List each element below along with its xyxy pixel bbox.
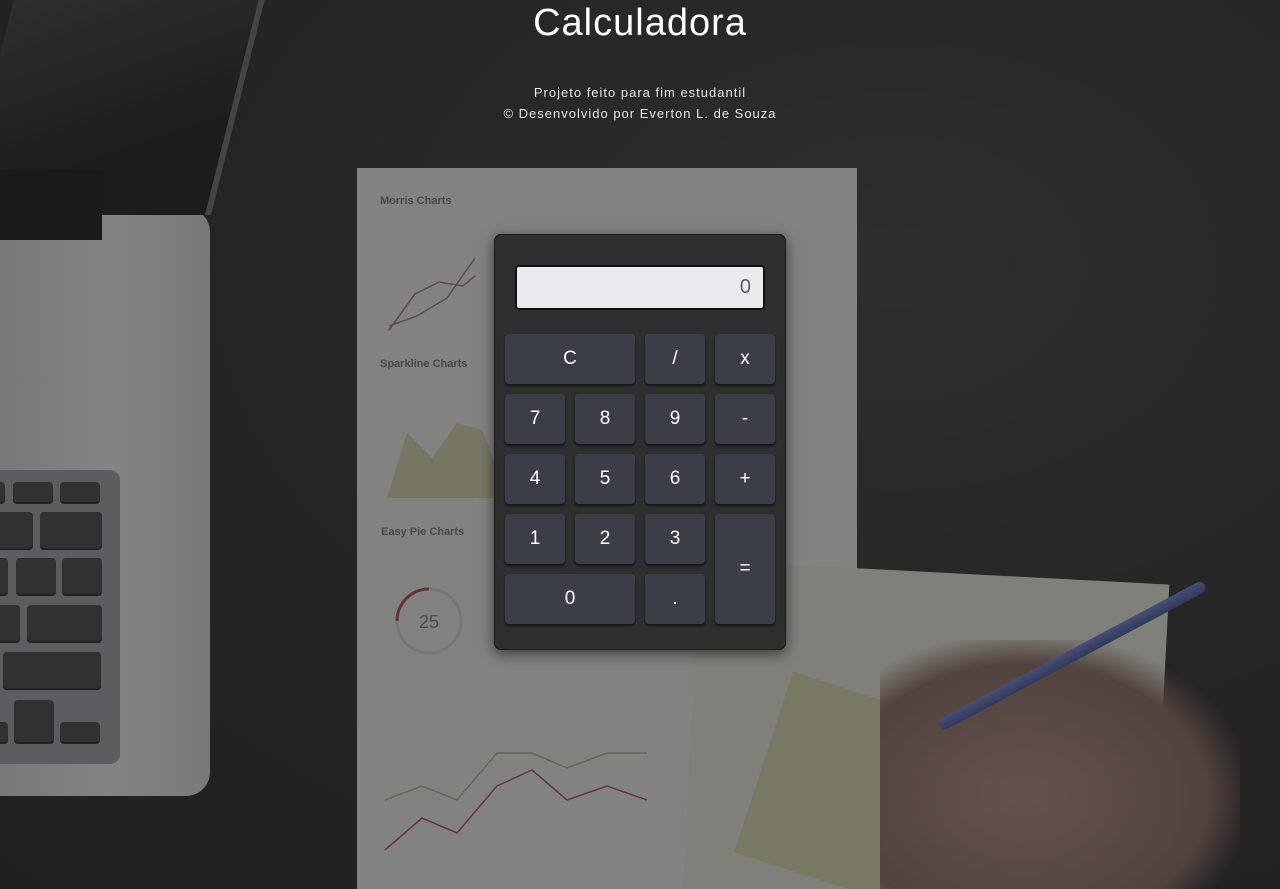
digit-4-button[interactable]: 4 [505,454,565,504]
digit-3-button[interactable]: 3 [645,514,705,564]
calculator: 0 C / x 7 8 9 - 4 5 6 + 1 2 3 = 0 . [494,234,786,650]
divide-button[interactable]: / [645,334,705,384]
page-subtitle: Projeto feito para fim estudantil © Dese… [0,82,1280,124]
digit-0-button[interactable]: 0 [505,574,635,624]
digit-1-button[interactable]: 1 [505,514,565,564]
plus-button[interactable]: + [715,454,775,504]
digit-9-button[interactable]: 9 [645,394,705,444]
digit-5-button[interactable]: 5 [575,454,635,504]
digit-6-button[interactable]: 6 [645,454,705,504]
decimal-button[interactable]: . [645,574,705,624]
subtitle-author-credit: © Desenvolvido por Everton L. de Souza [503,106,777,121]
calculator-display[interactable]: 0 [515,265,765,310]
equals-button[interactable]: = [715,514,775,624]
digit-7-button[interactable]: 7 [505,394,565,444]
digit-2-button[interactable]: 2 [575,514,635,564]
subtitle-project-note: Projeto feito para fim estudantil [533,85,747,100]
page-title: Calculadora [533,2,747,44]
multiply-button[interactable]: x [715,334,775,384]
minus-button[interactable]: - [715,394,775,444]
clear-button[interactable]: C [505,334,635,384]
digit-8-button[interactable]: 8 [575,394,635,444]
